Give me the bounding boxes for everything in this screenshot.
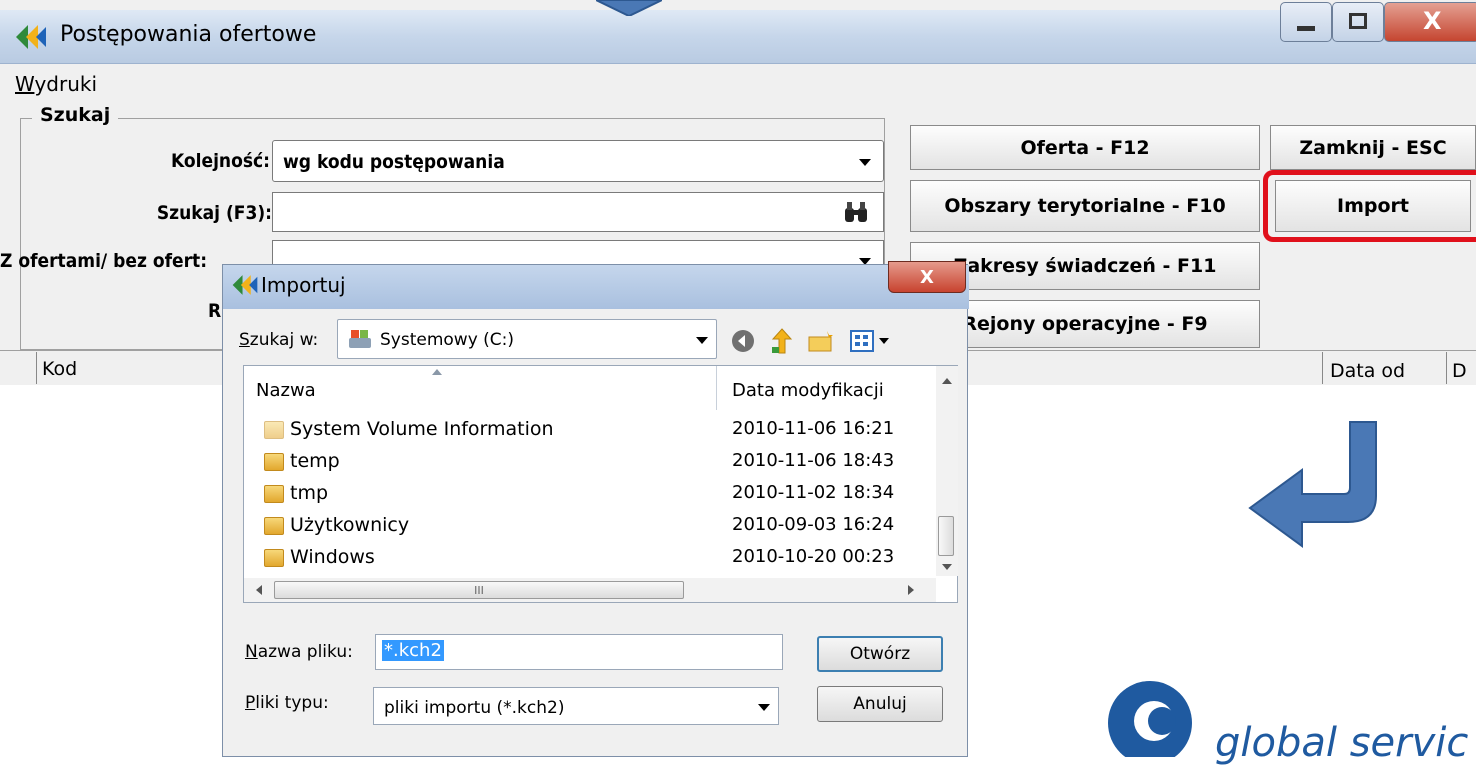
header-divider	[1322, 352, 1323, 384]
minimize-icon	[1297, 26, 1315, 31]
filename-rest: azwa pliku:	[257, 642, 353, 662]
file-name: tmp	[290, 482, 329, 504]
filetype-select-value: pliki importu (*.kch2)	[384, 698, 565, 718]
folder-icon	[264, 453, 284, 471]
filename-label: Nazwa pliku:	[245, 642, 353, 662]
maximize-icon	[1349, 13, 1367, 29]
folder-icon	[264, 485, 284, 503]
file-modified: 2010-11-02 18:34	[732, 482, 895, 503]
minimize-button[interactable]	[1280, 2, 1332, 42]
scroll-left-icon[interactable]	[256, 585, 262, 595]
look-in-value: Systemowy (C:)	[380, 330, 515, 350]
header-divider	[36, 352, 37, 384]
column-kod[interactable]: Kod	[42, 358, 77, 380]
file-name: Użytkownicy	[290, 514, 410, 536]
file-modified: 2010-10-20 00:23	[732, 546, 895, 567]
scroll-up-icon[interactable]	[942, 378, 952, 384]
look-in-rest: zukaj w:	[249, 330, 319, 350]
header-divider	[1446, 352, 1447, 384]
column-name-header[interactable]: Nazwa	[256, 380, 316, 401]
list-item[interactable]: Użytkownicy 2010-09-03 16:24	[254, 512, 944, 544]
search-input[interactable]	[272, 192, 884, 232]
order-select-value: wg kodu postępowania	[283, 151, 505, 173]
order-select[interactable]: wg kodu postępowania	[272, 140, 884, 182]
close-icon: X	[1423, 7, 1442, 35]
file-list[interactable]: Nazwa Data modyfikacji System Volume Inf…	[243, 365, 958, 603]
filename-accel: N	[245, 642, 258, 662]
file-modified: 2010-11-06 18:43	[732, 450, 895, 471]
partial-label: R	[208, 300, 222, 322]
scroll-grip: III	[474, 584, 484, 597]
list-item[interactable]: tmp 2010-11-02 18:34	[254, 480, 944, 512]
cancel-button[interactable]: Anuluj	[817, 686, 943, 722]
filetype-rest: liki typu:	[255, 693, 329, 713]
filetype-select[interactable]: pliki importu (*.kch2)	[373, 687, 779, 725]
folder-icon	[264, 421, 284, 439]
search-legend: Szukaj	[32, 104, 119, 126]
list-item[interactable]: temp 2010-11-06 18:43	[254, 448, 944, 480]
vertical-scrollbar[interactable]	[936, 366, 958, 576]
file-list-rows: System Volume Information 2010-11-06 16:…	[244, 416, 934, 576]
close-button[interactable]: X	[1384, 2, 1476, 42]
zamknij-button[interactable]: Zamknij - ESC	[1270, 125, 1476, 170]
chevron-down-icon	[696, 337, 708, 344]
logo-text: global servic	[1215, 720, 1469, 766]
column-data-od[interactable]: Data od	[1330, 360, 1405, 382]
sort-up-icon	[432, 369, 442, 375]
filename-input[interactable]: *.kch2	[375, 634, 783, 670]
folder-icon	[264, 517, 284, 535]
folder-icon	[264, 549, 284, 567]
filetype-accel: P	[245, 693, 256, 713]
view-menu-icon[interactable]	[849, 329, 893, 353]
obszary-button[interactable]: Obszary terytorialne - F10	[910, 180, 1260, 232]
drive-icon	[348, 328, 372, 350]
order-label: Kolejność:	[170, 150, 270, 172]
back-icon[interactable]	[731, 329, 755, 353]
chevron-down-icon	[859, 159, 871, 166]
file-modified: 2010-09-03 16:24	[732, 514, 895, 535]
column-d[interactable]: D	[1452, 360, 1467, 382]
scroll-right-icon[interactable]	[908, 585, 914, 595]
window-title: Postępowania ofertowe	[60, 22, 317, 47]
file-modified: 2010-11-06 16:21	[732, 418, 895, 439]
scroll-down-icon[interactable]	[942, 564, 952, 570]
file-name: System Volume Information	[290, 418, 554, 440]
file-name: temp	[290, 450, 340, 472]
list-item[interactable]: Windows 2010-10-20 00:23	[254, 544, 944, 576]
menu-wydruki[interactable]: Wydruki	[15, 72, 97, 96]
menu-rest: ydruki	[34, 72, 98, 96]
scroll-thumb[interactable]	[938, 516, 954, 556]
app-icon	[231, 273, 259, 297]
menu-accel: W	[15, 72, 35, 96]
up-folder-icon[interactable]	[769, 327, 795, 355]
look-in-select[interactable]: Systemowy (C:)	[337, 319, 717, 359]
maximize-button[interactable]	[1332, 2, 1384, 42]
open-button[interactable]: Otwórz	[817, 636, 943, 672]
menu-bar	[0, 64, 1476, 102]
arrow-left-curved-icon	[1240, 418, 1390, 553]
chevron-down-icon	[758, 704, 770, 711]
filename-input-value: *.kch2	[382, 640, 444, 661]
arrow-down-icon	[595, 0, 663, 18]
dialog-close-button[interactable]: X	[888, 261, 966, 293]
company-logo	[1100, 673, 1220, 765]
filetype-label: Pliki typu:	[245, 693, 329, 713]
list-item[interactable]: System Volume Information 2010-11-06 16:…	[254, 416, 944, 448]
dialog-title: Importuj	[261, 273, 346, 297]
look-in-label: Szukaj w:	[239, 330, 318, 350]
column-modified-header[interactable]: Data modyfikacji	[732, 380, 884, 401]
new-folder-icon[interactable]	[807, 329, 835, 353]
close-icon: X	[920, 266, 934, 288]
import-highlight	[1263, 170, 1476, 242]
oferta-button[interactable]: Oferta - F12	[910, 125, 1260, 170]
search-label: Szukaj (F3):	[156, 202, 272, 224]
binoculars-icon[interactable]	[843, 200, 869, 224]
scroll-thumb[interactable]: III	[274, 581, 684, 599]
app-icon	[14, 23, 48, 51]
horizontal-scrollbar[interactable]: III	[244, 578, 936, 602]
import-dialog: Importuj X Szukaj w: Systemowy (C:) Nazw…	[222, 261, 969, 757]
file-name: Windows	[290, 546, 375, 568]
look-in-accel: S	[239, 330, 250, 350]
header-divider	[716, 366, 717, 410]
